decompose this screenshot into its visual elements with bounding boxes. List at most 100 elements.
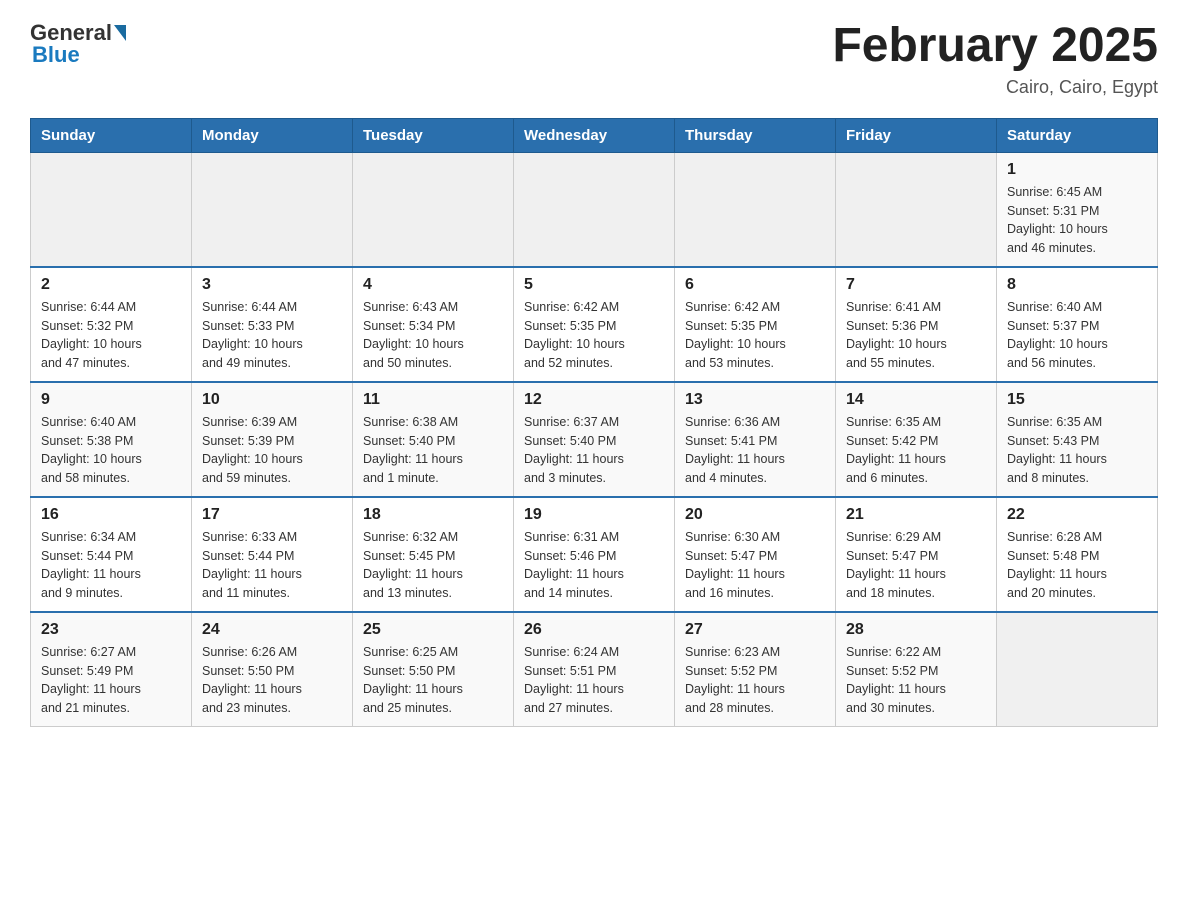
calendar-cell: 28 Sunrise: 6:22 AM Sunset: 5:52 PM Dayli… — [836, 612, 997, 727]
day-number: 11 — [363, 391, 503, 409]
day-number: 10 — [202, 391, 342, 409]
page-header: General Blue February 2025 Cairo, Cairo,… — [30, 20, 1158, 98]
day-number: 3 — [202, 276, 342, 294]
day-info: Sunrise: 6:26 AM Sunset: 5:50 PM Dayligh… — [202, 643, 342, 718]
day-info: Sunrise: 6:32 AM Sunset: 5:45 PM Dayligh… — [363, 528, 503, 603]
month-title: February 2025 — [832, 20, 1158, 73]
day-number: 25 — [363, 621, 503, 639]
calendar-week-row: 23 Sunrise: 6:27 AM Sunset: 5:49 PM Dayli… — [31, 612, 1158, 727]
weekday-header-thursday: Thursday — [675, 118, 836, 152]
calendar-cell: 6 Sunrise: 6:42 AM Sunset: 5:35 PM Daylig… — [675, 267, 836, 382]
day-number: 13 — [685, 391, 825, 409]
calendar-cell: 2Sunrise: 6:44 AM Sunset: 5:32 PM Daylig… — [31, 267, 192, 382]
calendar-cell — [353, 152, 514, 267]
day-info: Sunrise: 6:24 AM Sunset: 5:51 PM Dayligh… — [524, 643, 664, 718]
day-number: 20 — [685, 506, 825, 524]
day-info: Sunrise: 6:27 AM Sunset: 5:49 PM Dayligh… — [41, 643, 181, 718]
day-info: Sunrise: 6:33 AM Sunset: 5:44 PM Dayligh… — [202, 528, 342, 603]
day-number: 21 — [846, 506, 986, 524]
day-info: Sunrise: 6:40 AM Sunset: 5:38 PM Dayligh… — [41, 413, 181, 488]
weekday-header-wednesday: Wednesday — [514, 118, 675, 152]
calendar-cell: 17 Sunrise: 6:33 AM Sunset: 5:44 PM Dayli… — [192, 497, 353, 612]
day-number: 4 — [363, 276, 503, 294]
day-number: 7 — [846, 276, 986, 294]
day-number: 22 — [1007, 506, 1147, 524]
title-section: February 2025 Cairo, Cairo, Egypt — [832, 20, 1158, 98]
day-number: 17 — [202, 506, 342, 524]
calendar-week-row: 9 Sunrise: 6:40 AM Sunset: 5:38 PM Daylig… — [31, 382, 1158, 497]
calendar-cell: 1 Sunrise: 6:45 AM Sunset: 5:31 PM Daylig… — [997, 152, 1158, 267]
calendar-cell: 26 Sunrise: 6:24 AM Sunset: 5:51 PM Dayli… — [514, 612, 675, 727]
day-info: Sunrise: 6:25 AM Sunset: 5:50 PM Dayligh… — [363, 643, 503, 718]
day-info: Sunrise: 6:40 AM Sunset: 5:37 PM Dayligh… — [1007, 298, 1147, 373]
day-number: 1 — [1007, 161, 1147, 179]
day-info: Sunrise: 6:35 AM Sunset: 5:42 PM Dayligh… — [846, 413, 986, 488]
day-info: Sunrise: 6:34 AM Sunset: 5:44 PM Dayligh… — [41, 528, 181, 603]
calendar-cell — [997, 612, 1158, 727]
location-subtitle: Cairo, Cairo, Egypt — [832, 77, 1158, 98]
day-info: Sunrise: 6:41 AM Sunset: 5:36 PM Dayligh… — [846, 298, 986, 373]
day-info: Sunrise: 6:37 AM Sunset: 5:40 PM Dayligh… — [524, 413, 664, 488]
day-info: Sunrise: 6:36 AM Sunset: 5:41 PM Dayligh… — [685, 413, 825, 488]
day-number: 24 — [202, 621, 342, 639]
calendar-cell: 14 Sunrise: 6:35 AM Sunset: 5:42 PM Dayli… — [836, 382, 997, 497]
day-number: 14 — [846, 391, 986, 409]
day-info: Sunrise: 6:45 AM Sunset: 5:31 PM Dayligh… — [1007, 183, 1147, 258]
day-info: Sunrise: 6:44 AM Sunset: 5:33 PM Dayligh… — [202, 298, 342, 373]
calendar-cell — [675, 152, 836, 267]
day-number: 27 — [685, 621, 825, 639]
calendar-cell: 21 Sunrise: 6:29 AM Sunset: 5:47 PM Dayli… — [836, 497, 997, 612]
day-info: Sunrise: 6:43 AM Sunset: 5:34 PM Dayligh… — [363, 298, 503, 373]
day-number: 26 — [524, 621, 664, 639]
weekday-header-row: SundayMondayTuesdayWednesdayThursdayFrid… — [31, 118, 1158, 152]
calendar-cell: 23 Sunrise: 6:27 AM Sunset: 5:49 PM Dayli… — [31, 612, 192, 727]
day-number: 8 — [1007, 276, 1147, 294]
day-number: 28 — [846, 621, 986, 639]
day-info: Sunrise: 6:31 AM Sunset: 5:46 PM Dayligh… — [524, 528, 664, 603]
day-number: 18 — [363, 506, 503, 524]
calendar-cell — [192, 152, 353, 267]
day-number: 15 — [1007, 391, 1147, 409]
logo-text-blue: Blue — [32, 42, 80, 68]
calendar-week-row: 1 Sunrise: 6:45 AM Sunset: 5:31 PM Daylig… — [31, 152, 1158, 267]
calendar-cell: 25 Sunrise: 6:25 AM Sunset: 5:50 PM Dayli… — [353, 612, 514, 727]
calendar-week-row: 2Sunrise: 6:44 AM Sunset: 5:32 PM Daylig… — [31, 267, 1158, 382]
calendar-cell — [31, 152, 192, 267]
day-info: Sunrise: 6:42 AM Sunset: 5:35 PM Dayligh… — [524, 298, 664, 373]
day-number: 19 — [524, 506, 664, 524]
calendar-cell — [514, 152, 675, 267]
calendar-cell: 8 Sunrise: 6:40 AM Sunset: 5:37 PM Daylig… — [997, 267, 1158, 382]
calendar-cell: 22Sunrise: 6:28 AM Sunset: 5:48 PM Dayli… — [997, 497, 1158, 612]
calendar-cell: 10Sunrise: 6:39 AM Sunset: 5:39 PM Dayli… — [192, 382, 353, 497]
weekday-header-sunday: Sunday — [31, 118, 192, 152]
calendar-cell: 15 Sunrise: 6:35 AM Sunset: 5:43 PM Dayli… — [997, 382, 1158, 497]
logo-arrow-icon — [114, 25, 126, 41]
day-info: Sunrise: 6:29 AM Sunset: 5:47 PM Dayligh… — [846, 528, 986, 603]
calendar-cell — [836, 152, 997, 267]
calendar-table: SundayMondayTuesdayWednesdayThursdayFrid… — [30, 118, 1158, 727]
calendar-cell: 18 Sunrise: 6:32 AM Sunset: 5:45 PM Dayli… — [353, 497, 514, 612]
calendar-cell: 9 Sunrise: 6:40 AM Sunset: 5:38 PM Daylig… — [31, 382, 192, 497]
calendar-cell: 20 Sunrise: 6:30 AM Sunset: 5:47 PM Dayli… — [675, 497, 836, 612]
day-info: Sunrise: 6:30 AM Sunset: 5:47 PM Dayligh… — [685, 528, 825, 603]
calendar-cell: 4 Sunrise: 6:43 AM Sunset: 5:34 PM Daylig… — [353, 267, 514, 382]
weekday-header-tuesday: Tuesday — [353, 118, 514, 152]
day-info: Sunrise: 6:35 AM Sunset: 5:43 PM Dayligh… — [1007, 413, 1147, 488]
calendar-cell: 11 Sunrise: 6:38 AM Sunset: 5:40 PM Dayli… — [353, 382, 514, 497]
day-info: Sunrise: 6:42 AM Sunset: 5:35 PM Dayligh… — [685, 298, 825, 373]
calendar-cell: 5 Sunrise: 6:42 AM Sunset: 5:35 PM Daylig… — [514, 267, 675, 382]
calendar-cell: 7 Sunrise: 6:41 AM Sunset: 5:36 PM Daylig… — [836, 267, 997, 382]
day-number: 23 — [41, 621, 181, 639]
calendar-cell: 27 Sunrise: 6:23 AM Sunset: 5:52 PM Dayli… — [675, 612, 836, 727]
day-info: Sunrise: 6:23 AM Sunset: 5:52 PM Dayligh… — [685, 643, 825, 718]
day-number: 16 — [41, 506, 181, 524]
day-info: Sunrise: 6:38 AM Sunset: 5:40 PM Dayligh… — [363, 413, 503, 488]
calendar-cell: 19 Sunrise: 6:31 AM Sunset: 5:46 PM Dayli… — [514, 497, 675, 612]
weekday-header-monday: Monday — [192, 118, 353, 152]
calendar-cell: 16 Sunrise: 6:34 AM Sunset: 5:44 PM Dayli… — [31, 497, 192, 612]
day-number: 6 — [685, 276, 825, 294]
day-number: 9 — [41, 391, 181, 409]
day-number: 5 — [524, 276, 664, 294]
day-info: Sunrise: 6:44 AM Sunset: 5:32 PM Dayligh… — [41, 298, 181, 373]
day-info: Sunrise: 6:22 AM Sunset: 5:52 PM Dayligh… — [846, 643, 986, 718]
